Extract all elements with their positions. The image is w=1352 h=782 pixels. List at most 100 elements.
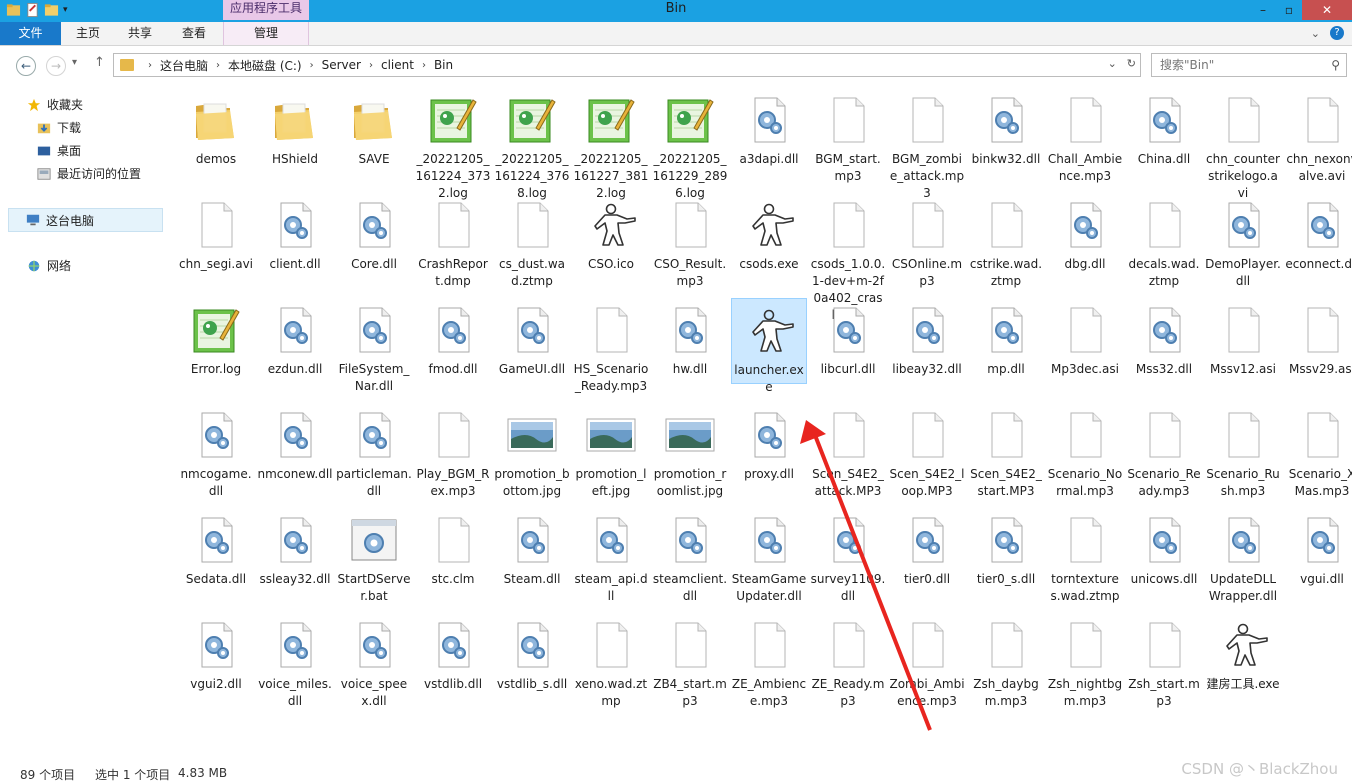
- breadcrumb-bin[interactable]: Bin: [434, 58, 453, 72]
- file-item[interactable]: decals.wad.ztmp: [1126, 193, 1202, 290]
- file-item[interactable]: voice_miles.dll: [257, 613, 333, 710]
- tab-view[interactable]: 查看: [167, 22, 221, 45]
- file-item[interactable]: cs_dust.wad.ztmp: [494, 193, 570, 290]
- file-item[interactable]: nmconew.dll: [257, 403, 333, 483]
- file-item[interactable]: torntextures.wad.ztmp: [1047, 508, 1123, 605]
- file-item[interactable]: particleman.dll: [336, 403, 412, 500]
- file-item[interactable]: steamclient.dll: [652, 508, 728, 605]
- file-item[interactable]: ezdun.dll: [257, 298, 333, 378]
- file-item[interactable]: ZE_Ready.mp3: [810, 613, 886, 710]
- file-item[interactable]: voice_speex.dll: [336, 613, 412, 710]
- search-icon[interactable]: ⚲: [1331, 54, 1340, 76]
- chevron-right-icon[interactable]: ›: [422, 60, 426, 71]
- file-item[interactable]: nmcogame.dll: [178, 403, 254, 500]
- file-item[interactable]: Scenario_XMas.mp3: [1284, 403, 1352, 500]
- file-item[interactable]: Mp3dec.asi: [1047, 298, 1123, 378]
- sidebar-item-downloads[interactable]: 下载: [36, 119, 81, 136]
- tab-file[interactable]: 文件: [0, 22, 61, 45]
- file-item[interactable]: Scen_S4E2_loop.MP3: [889, 403, 965, 500]
- file-item[interactable]: survey1109.dll: [810, 508, 886, 605]
- file-item[interactable]: Scenario_Normal.mp3: [1047, 403, 1123, 500]
- tab-manage[interactable]: 管理: [223, 22, 309, 45]
- file-item[interactable]: Play_BGM_Rex.mp3: [415, 403, 491, 500]
- close-button[interactable]: ✕: [1302, 0, 1352, 20]
- file-item[interactable]: Core.dll: [336, 193, 412, 273]
- file-item[interactable]: Scenario_Rush.mp3: [1205, 403, 1281, 500]
- file-item[interactable]: libcurl.dll: [810, 298, 886, 378]
- file-item[interactable]: client.dll: [257, 193, 333, 273]
- file-item[interactable]: a3dapi.dll: [731, 88, 807, 168]
- file-item[interactable]: Scenario_Ready.mp3: [1126, 403, 1202, 500]
- file-item[interactable]: BGM_zombie_attack.mp3: [889, 88, 965, 202]
- file-item[interactable]: vgui2.dll: [178, 613, 254, 693]
- file-item[interactable]: Mssv12.asi: [1205, 298, 1281, 378]
- file-item[interactable]: vgui.dll: [1284, 508, 1352, 588]
- file-item[interactable]: mp.dll: [968, 298, 1044, 378]
- file-item[interactable]: hw.dll: [652, 298, 728, 378]
- breadcrumb-server[interactable]: Server: [322, 58, 361, 72]
- file-item[interactable]: tier0_s.dll: [968, 508, 1044, 588]
- file-item[interactable]: CrashReport.dmp: [415, 193, 491, 290]
- file-item[interactable]: Steam.dll: [494, 508, 570, 588]
- file-item[interactable]: cstrike.wad.ztmp: [968, 193, 1044, 290]
- tab-home[interactable]: 主页: [63, 22, 113, 45]
- file-item[interactable]: proxy.dll: [731, 403, 807, 483]
- file-item[interactable]: chn_nexonvalve.avi: [1284, 88, 1352, 185]
- file-item[interactable]: chn_counterstrikelogo.avi: [1205, 88, 1281, 202]
- maximize-button[interactable]: ▫: [1276, 0, 1302, 20]
- file-item[interactable]: promotion_left.jpg: [573, 403, 649, 500]
- file-item[interactable]: demos: [178, 88, 254, 168]
- file-item[interactable]: fmod.dll: [415, 298, 491, 378]
- file-item[interactable]: HShield: [257, 88, 333, 168]
- file-item[interactable]: Zsh_daybgm.mp3: [968, 613, 1044, 710]
- chevron-down-icon[interactable]: ⌄: [1108, 57, 1117, 70]
- file-item[interactable]: tier0.dll: [889, 508, 965, 588]
- forward-button[interactable]: →: [46, 56, 66, 76]
- file-item[interactable]: DemoPlayer.dll: [1205, 193, 1281, 290]
- file-item[interactable]: Sedata.dll: [178, 508, 254, 588]
- breadcrumb-local-disk[interactable]: 本地磁盘 (C:): [228, 57, 302, 74]
- search-input[interactable]: 搜索"Bin" ⚲: [1151, 53, 1347, 77]
- file-item[interactable]: stc.clm: [415, 508, 491, 588]
- file-item[interactable]: SteamGameUpdater.dll: [731, 508, 807, 605]
- file-item[interactable]: Error.log: [178, 298, 254, 378]
- file-item[interactable]: _20221205_161224_3768.log: [494, 88, 570, 202]
- file-item[interactable]: _20221205_161227_3812.log: [573, 88, 649, 202]
- file-item[interactable]: 建房工具.exe: [1205, 613, 1281, 693]
- chevron-down-icon[interactable]: ⌄: [1311, 27, 1320, 40]
- sidebar-item-desktop[interactable]: 桌面: [36, 142, 81, 159]
- file-item[interactable]: HS_Scenario_Ready.mp3: [573, 298, 649, 395]
- file-item[interactable]: Zombi_Ambience.mp3: [889, 613, 965, 710]
- file-item[interactable]: libeay32.dll: [889, 298, 965, 378]
- file-item[interactable]: China.dll: [1126, 88, 1202, 168]
- file-item[interactable]: unicows.dll: [1126, 508, 1202, 588]
- file-item[interactable]: SAVE: [336, 88, 412, 168]
- file-item[interactable]: StartDServer.bat: [336, 508, 412, 605]
- file-item[interactable]: promotion_bottom.jpg: [494, 403, 570, 500]
- tab-share[interactable]: 共享: [115, 22, 165, 45]
- file-item[interactable]: econnect.dll: [1284, 193, 1352, 273]
- breadcrumb-client[interactable]: client: [381, 58, 414, 72]
- sidebar-item-favorites[interactable]: 收藏夹: [26, 96, 83, 113]
- file-item[interactable]: Scen_S4E2_start.MP3: [968, 403, 1044, 500]
- file-item[interactable]: ZE_Ambience.mp3: [731, 613, 807, 710]
- file-item[interactable]: Zsh_nightbgm.mp3: [1047, 613, 1123, 710]
- sidebar-item-recent[interactable]: 最近访问的位置: [36, 165, 141, 182]
- file-item[interactable]: xeno.wad.ztmp: [573, 613, 649, 710]
- file-item[interactable]: CSOnline.mp3: [889, 193, 965, 290]
- refresh-icon[interactable]: ↻: [1127, 57, 1136, 70]
- file-item[interactable]: Mss32.dll: [1126, 298, 1202, 378]
- sidebar-item-network[interactable]: 网络: [26, 257, 71, 274]
- chevron-right-icon[interactable]: ›: [369, 60, 373, 71]
- file-item[interactable]: GameUI.dll: [494, 298, 570, 378]
- up-button[interactable]: ↑: [94, 55, 105, 70]
- file-item[interactable]: promotion_roomlist.jpg: [652, 403, 728, 500]
- file-item[interactable]: _20221205_161229_2896.log: [652, 88, 728, 202]
- file-item[interactable]: dbg.dll: [1047, 193, 1123, 273]
- file-item[interactable]: binkw32.dll: [968, 88, 1044, 168]
- file-item[interactable]: FileSystem_Nar.dll: [336, 298, 412, 395]
- file-item[interactable]: CSO_Result.mp3: [652, 193, 728, 290]
- file-item[interactable]: steam_api.dll: [573, 508, 649, 605]
- help-icon[interactable]: ?: [1330, 26, 1344, 40]
- chevron-right-icon[interactable]: ›: [310, 60, 314, 71]
